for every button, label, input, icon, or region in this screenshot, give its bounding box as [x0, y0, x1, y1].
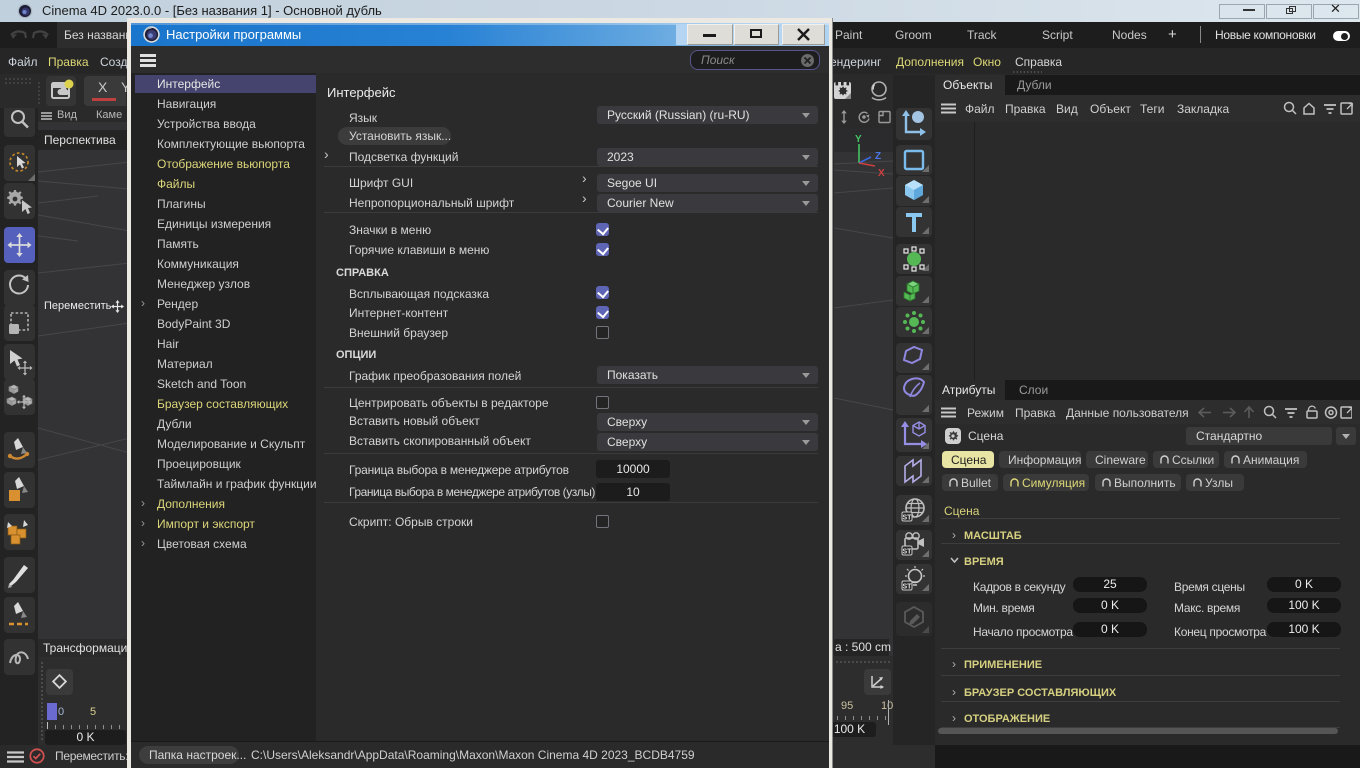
svg-text:Z: Z — [875, 151, 881, 162]
svg-text:ST: ST — [903, 584, 913, 591]
svg-text:ST: ST — [903, 549, 913, 556]
svg-text:ST: ST — [903, 515, 913, 522]
svg-text:X: X — [878, 168, 885, 179]
svg-text:Y: Y — [855, 134, 862, 145]
